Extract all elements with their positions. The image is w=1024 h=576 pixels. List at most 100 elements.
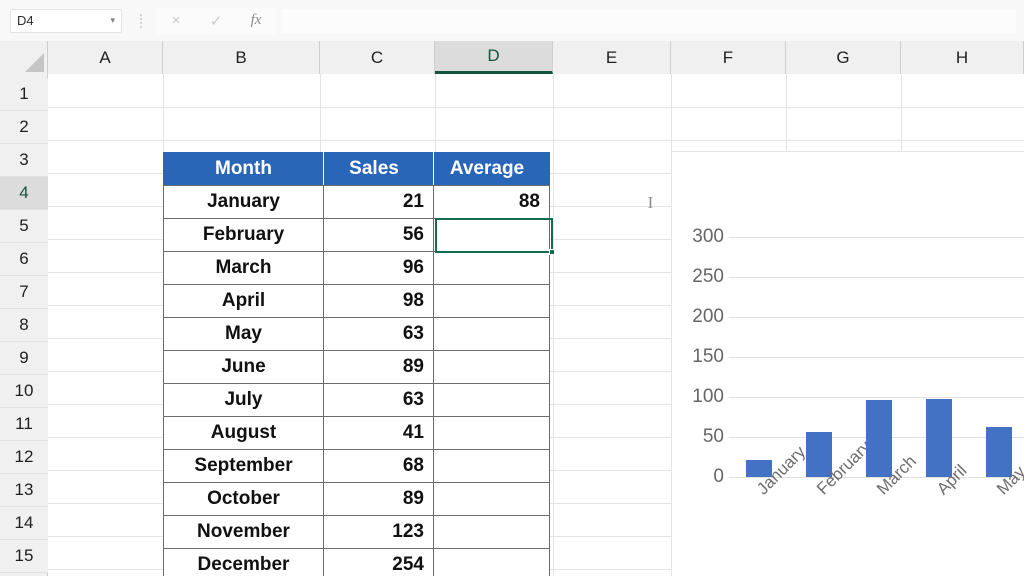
column-header-b[interactable]: B bbox=[163, 41, 320, 74]
sales-table: MonthSalesAverageJanuary2188February56Ma… bbox=[163, 152, 550, 576]
table-cell-month[interactable]: October bbox=[163, 483, 323, 516]
confirm-icon[interactable]: ✓ bbox=[196, 8, 236, 34]
column-header-label: G bbox=[836, 48, 849, 68]
table-header-row: MonthSalesAverage bbox=[163, 152, 550, 186]
table-cell-month[interactable]: August bbox=[163, 417, 323, 450]
row-header-11[interactable]: 11 bbox=[0, 408, 48, 441]
table-cell-month[interactable]: January bbox=[163, 186, 323, 219]
cell-selection-d4[interactable] bbox=[435, 218, 553, 253]
table-cell-sales[interactable]: 123 bbox=[323, 516, 433, 549]
column-header-d[interactable]: D bbox=[435, 41, 553, 74]
row-header-4[interactable]: 4 bbox=[0, 177, 48, 210]
chart-bar[interactable] bbox=[866, 400, 892, 477]
formula-input[interactable] bbox=[282, 9, 1016, 33]
chart-y-tick-label: 250 bbox=[676, 266, 724, 288]
row-header-3[interactable]: 3 bbox=[0, 144, 48, 177]
row-header-14[interactable]: 14 bbox=[0, 507, 48, 540]
table-cell-average[interactable] bbox=[433, 450, 550, 483]
table-cell-month[interactable]: February bbox=[163, 219, 323, 252]
chart-y-tick-label: 100 bbox=[676, 386, 724, 408]
row-header-7[interactable]: 7 bbox=[0, 276, 48, 309]
table-cell-month[interactable]: November bbox=[163, 516, 323, 549]
table-header-cell[interactable]: Month bbox=[163, 152, 323, 185]
cancel-icon[interactable]: × bbox=[156, 8, 196, 34]
chart-gridline bbox=[729, 237, 1024, 238]
table-cell-sales[interactable]: 41 bbox=[323, 417, 433, 450]
column-header-label: E bbox=[606, 48, 617, 68]
bar-chart[interactable]: 300250200150100500JanuaryFebruaryMarchAp… bbox=[671, 151, 1024, 576]
chart-gridline bbox=[729, 397, 1024, 398]
table-cell-average[interactable] bbox=[433, 351, 550, 384]
row-header-label: 11 bbox=[15, 414, 33, 434]
insert-function-icon[interactable]: fx bbox=[236, 8, 276, 34]
table-cell-sales[interactable]: 68 bbox=[323, 450, 433, 483]
table-cell-month[interactable]: April bbox=[163, 285, 323, 318]
row-header-label: 6 bbox=[19, 249, 28, 269]
name-box[interactable]: D4 ▾ bbox=[10, 9, 122, 33]
table-cell-sales[interactable]: 254 bbox=[323, 549, 433, 576]
table-cell-month[interactable]: September bbox=[163, 450, 323, 483]
table-header-cell[interactable]: Average bbox=[433, 152, 550, 185]
row-header-5[interactable]: 5 bbox=[0, 210, 48, 243]
row-header-1[interactable]: 1 bbox=[0, 78, 48, 111]
table-cell-month[interactable]: March bbox=[163, 252, 323, 285]
table-cell-average[interactable] bbox=[433, 483, 550, 516]
table-cell-month[interactable]: July bbox=[163, 384, 323, 417]
table-cell-month[interactable]: December bbox=[163, 549, 323, 576]
table-row: January2188 bbox=[163, 186, 550, 219]
table-cell-average[interactable]: 88 bbox=[433, 186, 550, 219]
table-cell-average[interactable] bbox=[433, 417, 550, 450]
table-cell-sales[interactable]: 56 bbox=[323, 219, 433, 252]
row-header-10[interactable]: 10 bbox=[0, 375, 48, 408]
row-header-label: 14 bbox=[15, 513, 34, 533]
row-header-6[interactable]: 6 bbox=[0, 243, 48, 276]
table-cell-average[interactable] bbox=[433, 285, 550, 318]
column-header-e[interactable]: E bbox=[553, 41, 671, 74]
row-header-9[interactable]: 9 bbox=[0, 342, 48, 375]
table-cell-sales[interactable]: 63 bbox=[323, 384, 433, 417]
table-cell-average[interactable] bbox=[433, 384, 550, 417]
row-header-label: 8 bbox=[19, 315, 28, 335]
table-cell-month[interactable]: May bbox=[163, 318, 323, 351]
row-header-12[interactable]: 12 bbox=[0, 441, 48, 474]
table-row: June89 bbox=[163, 351, 550, 384]
table-cell-average[interactable] bbox=[433, 252, 550, 285]
column-header-c[interactable]: C bbox=[320, 41, 435, 74]
row-header-8[interactable]: 8 bbox=[0, 309, 48, 342]
formula-bar: D4 ▾ × ✓ fx bbox=[0, 0, 1024, 41]
select-all-corner[interactable] bbox=[0, 41, 48, 74]
table-row: March96 bbox=[163, 252, 550, 285]
table-cell-month[interactable]: June bbox=[163, 351, 323, 384]
column-header-f[interactable]: F bbox=[671, 41, 786, 74]
column-header-label: F bbox=[723, 48, 733, 68]
column-header-a[interactable]: A bbox=[48, 41, 163, 74]
row-header-label: 3 bbox=[19, 150, 28, 170]
table-cell-average[interactable] bbox=[433, 318, 550, 351]
table-cell-sales[interactable]: 98 bbox=[323, 285, 433, 318]
table-header-cell[interactable]: Sales bbox=[323, 152, 433, 185]
chart-plot-area: 300250200150100500JanuaryFebruaryMarchAp… bbox=[729, 237, 1024, 477]
column-header-h[interactable]: H bbox=[901, 41, 1024, 74]
row-header-2[interactable]: 2 bbox=[0, 111, 48, 144]
table-cell-average[interactable] bbox=[433, 516, 550, 549]
chevron-down-icon[interactable]: ▾ bbox=[110, 15, 115, 26]
table-cell-sales[interactable]: 63 bbox=[323, 318, 433, 351]
fill-handle[interactable] bbox=[549, 249, 555, 255]
row-header-label: 13 bbox=[15, 480, 34, 500]
table-cell-average[interactable] bbox=[433, 549, 550, 576]
row-header-13[interactable]: 13 bbox=[0, 474, 48, 507]
table-row: July63 bbox=[163, 384, 550, 417]
row-header-label: 2 bbox=[19, 117, 28, 137]
grid-row-line bbox=[48, 107, 1024, 108]
row-header-bar: 123456789101112131415 bbox=[0, 74, 48, 576]
row-header-15[interactable]: 15 bbox=[0, 540, 48, 573]
table-cell-sales[interactable]: 21 bbox=[323, 186, 433, 219]
table-cell-sales[interactable]: 89 bbox=[323, 351, 433, 384]
row-header-label: 15 bbox=[15, 546, 34, 566]
chart-y-tick-label: 300 bbox=[676, 226, 724, 248]
table-cell-sales[interactable]: 96 bbox=[323, 252, 433, 285]
chart-bar[interactable] bbox=[926, 399, 952, 477]
table-cell-sales[interactable]: 89 bbox=[323, 483, 433, 516]
column-header-g[interactable]: G bbox=[786, 41, 901, 74]
select-all-triangle-icon bbox=[25, 53, 44, 72]
